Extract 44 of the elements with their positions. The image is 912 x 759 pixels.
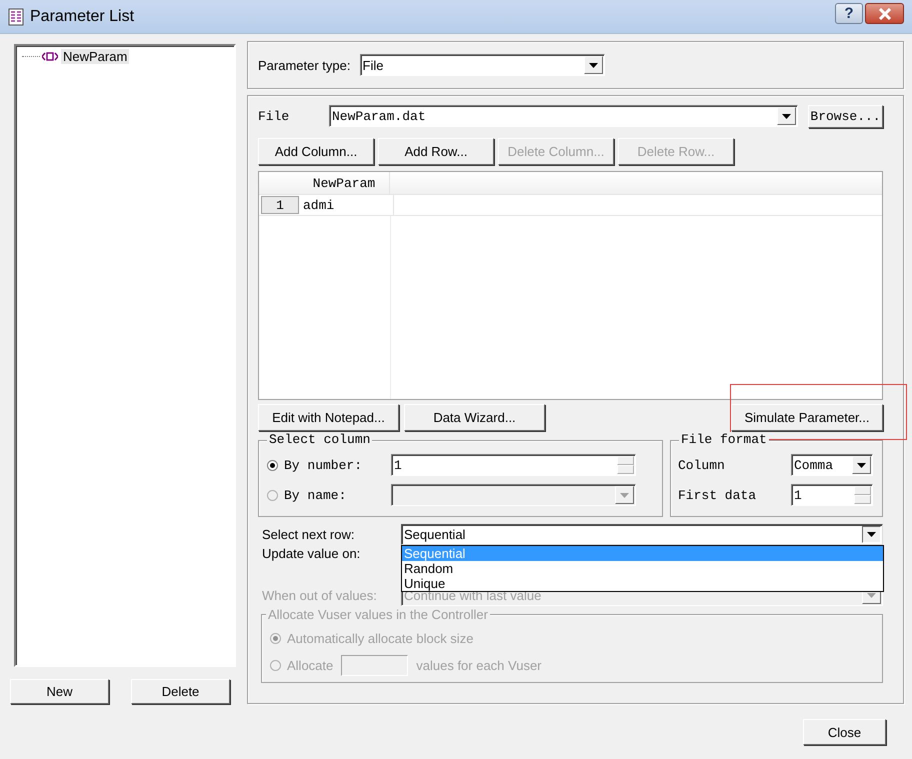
dropdown-button[interactable] — [862, 526, 881, 542]
table-cell: admi — [301, 195, 394, 215]
close-button[interactable] — [865, 3, 904, 24]
caret-icon — [867, 532, 876, 536]
button[interactable]: Data Wizard... — [404, 404, 545, 430]
button[interactable]: Add Column... — [258, 138, 374, 164]
column-header: NewParam — [297, 172, 390, 194]
field-label: File — [258, 108, 290, 124]
browse-button[interactable]: Browse... — [808, 104, 883, 128]
button[interactable]: Delete — [131, 679, 230, 704]
field-label: values for each Vuser — [416, 658, 542, 672]
field-label: Column — [678, 458, 726, 472]
dropdown[interactable]: File — [360, 54, 604, 76]
help-button[interactable]: ? — [835, 3, 863, 24]
dropdown[interactable]: NewParam.dat — [329, 105, 798, 127]
caret-icon — [857, 462, 866, 468]
field-label: Select next row: — [261, 526, 356, 542]
close-button[interactable]: Close — [803, 719, 886, 745]
field-label: When out of values: — [261, 588, 378, 602]
caret-icon — [620, 492, 629, 498]
button[interactable]: New — [10, 679, 109, 704]
radio-button[interactable] — [267, 460, 278, 470]
document-list-icon — [8, 8, 24, 26]
dropdown[interactable]: Comma — [791, 454, 873, 476]
button[interactable]: Simulate Parameter... — [731, 404, 883, 430]
tree-item[interactable]: NewParam — [61, 48, 130, 64]
radio-label: By number: — [284, 458, 364, 472]
field-label: Parameter type: — [258, 58, 350, 72]
button[interactable]: Add Row... — [378, 138, 494, 164]
window-title: Parameter List — [30, 8, 134, 26]
caret-icon — [588, 62, 598, 68]
field-label: Update value on: — [261, 546, 362, 560]
dropdown-option[interactable]: Random — [402, 560, 883, 576]
row-number: 1 — [261, 196, 299, 214]
close-icon — [878, 8, 892, 20]
radio-label: By name: — [284, 488, 348, 502]
parameter-icon — [42, 52, 58, 60]
group-title: Allocate Vuser values in the Controller — [266, 607, 490, 622]
dropdown[interactable]: Sequential — [401, 524, 883, 544]
caret-icon — [782, 114, 791, 118]
radio-label: Allocate — [287, 658, 334, 672]
field-label: First data — [678, 488, 758, 502]
radio-label: Automatically allocate block size — [287, 630, 474, 646]
button[interactable]: Edit with Notepad... — [258, 404, 399, 430]
